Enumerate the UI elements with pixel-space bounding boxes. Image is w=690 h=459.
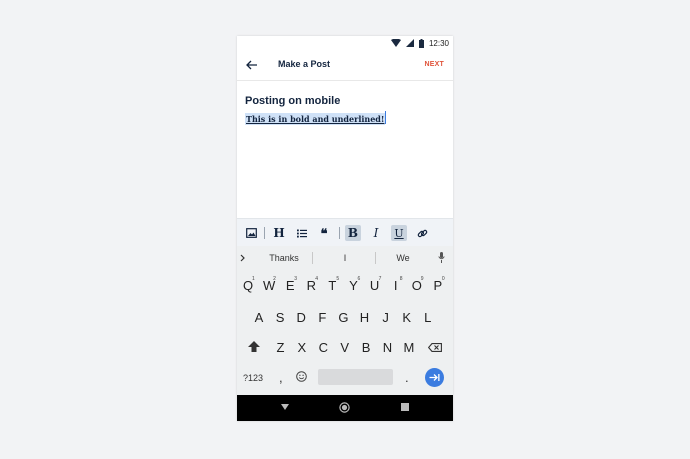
insert-image-button[interactable] (243, 225, 259, 241)
key-hint: 0 (441, 276, 445, 282)
key-b[interactable]: B (358, 340, 374, 355)
link-button[interactable] (414, 225, 430, 241)
key-hint: 2 (273, 276, 276, 282)
period-key[interactable]: . (405, 370, 409, 385)
underline-button[interactable]: U (391, 225, 407, 241)
key-c[interactable]: C (315, 340, 331, 355)
toolbar-divider (264, 227, 265, 239)
back-triangle-icon[interactable] (281, 403, 289, 411)
bold-button[interactable]: B (345, 225, 361, 241)
battery-icon (418, 38, 424, 48)
suggestion-we[interactable]: We (392, 253, 414, 263)
suggestion-thanks[interactable]: Thanks (265, 253, 303, 263)
wifi-icon (390, 39, 401, 47)
key-s[interactable]: S (272, 310, 288, 325)
post-heading[interactable]: Posting on mobile (245, 95, 340, 107)
next-arrow-icon (429, 374, 440, 381)
key-hint: 7 (378, 276, 382, 282)
home-circle-icon[interactable] (339, 402, 350, 413)
key-k[interactable]: K (399, 310, 415, 325)
key-n[interactable]: N (380, 340, 396, 355)
comma-key[interactable]: , (279, 370, 283, 385)
suggestion-strip: Thanks I We (237, 246, 453, 270)
key-hint: 5 (336, 276, 340, 282)
link-icon (417, 229, 427, 237)
microphone-icon[interactable] (438, 252, 445, 263)
text-cursor (385, 111, 386, 124)
phone-screen: 12:30 Make a Post NEXT Posting on mobile… (237, 36, 453, 421)
key-x[interactable]: X (294, 340, 310, 355)
formatting-toolbar: H ❝ B I U (237, 218, 453, 247)
key-hint: 4 (315, 276, 319, 282)
status-time: 12:30 (428, 38, 449, 48)
backspace-key[interactable] (428, 343, 442, 352)
key-hint: 9 (420, 276, 424, 282)
key-f[interactable]: F (314, 310, 330, 325)
bullet-list-icon (297, 229, 307, 237)
suggestion-divider (312, 252, 313, 264)
key-h[interactable]: H (357, 310, 373, 325)
back-arrow-icon[interactable] (245, 58, 259, 72)
post-body-text[interactable]: This is in bold and underlined! (245, 113, 386, 125)
post-editor[interactable]: Posting on mobile This is in bold and un… (237, 81, 453, 218)
signal-icon (405, 39, 414, 47)
key-hint: 8 (399, 276, 403, 282)
quote-button[interactable]: ❝ (316, 225, 332, 241)
system-nav-bar (237, 395, 453, 421)
enter-key[interactable] (425, 368, 444, 387)
next-button[interactable]: NEXT (425, 61, 444, 68)
italic-button[interactable]: I (368, 225, 384, 241)
key-l[interactable]: L (420, 310, 436, 325)
app-bar: Make a Post NEXT (237, 50, 453, 81)
recents-square-icon[interactable] (401, 403, 409, 411)
status-bar: 12:30 (237, 36, 453, 50)
key-a[interactable]: A (251, 310, 267, 325)
heading-button[interactable]: H (271, 225, 287, 241)
shift-key[interactable] (248, 341, 260, 352)
key-hint: 1 (252, 276, 255, 282)
key-j[interactable]: J (378, 310, 394, 325)
key-m[interactable]: M (401, 340, 417, 355)
bullet-list-button[interactable] (294, 225, 310, 241)
quote-icon: ❝ (320, 227, 328, 242)
key-hint: 6 (357, 276, 361, 282)
symbols-key[interactable]: ?123 (243, 373, 263, 383)
chevron-right-icon[interactable] (240, 254, 245, 262)
suggestion-divider (375, 252, 376, 264)
suggestion-i[interactable]: I (338, 253, 352, 263)
key-d[interactable]: D (293, 310, 309, 325)
image-icon (245, 228, 257, 238)
soft-keyboard: Thanks I We Q1W2E3R4T5Y6U7I8O9P0 ASDFGHJ… (237, 246, 453, 395)
emoji-icon[interactable] (296, 371, 307, 382)
toolbar-divider (339, 227, 340, 239)
key-z[interactable]: Z (273, 340, 289, 355)
key-g[interactable]: G (335, 310, 351, 325)
key-hint: 3 (294, 276, 297, 282)
space-bar[interactable] (318, 369, 393, 385)
key-v[interactable]: V (337, 340, 353, 355)
page-title: Make a Post (278, 59, 331, 69)
